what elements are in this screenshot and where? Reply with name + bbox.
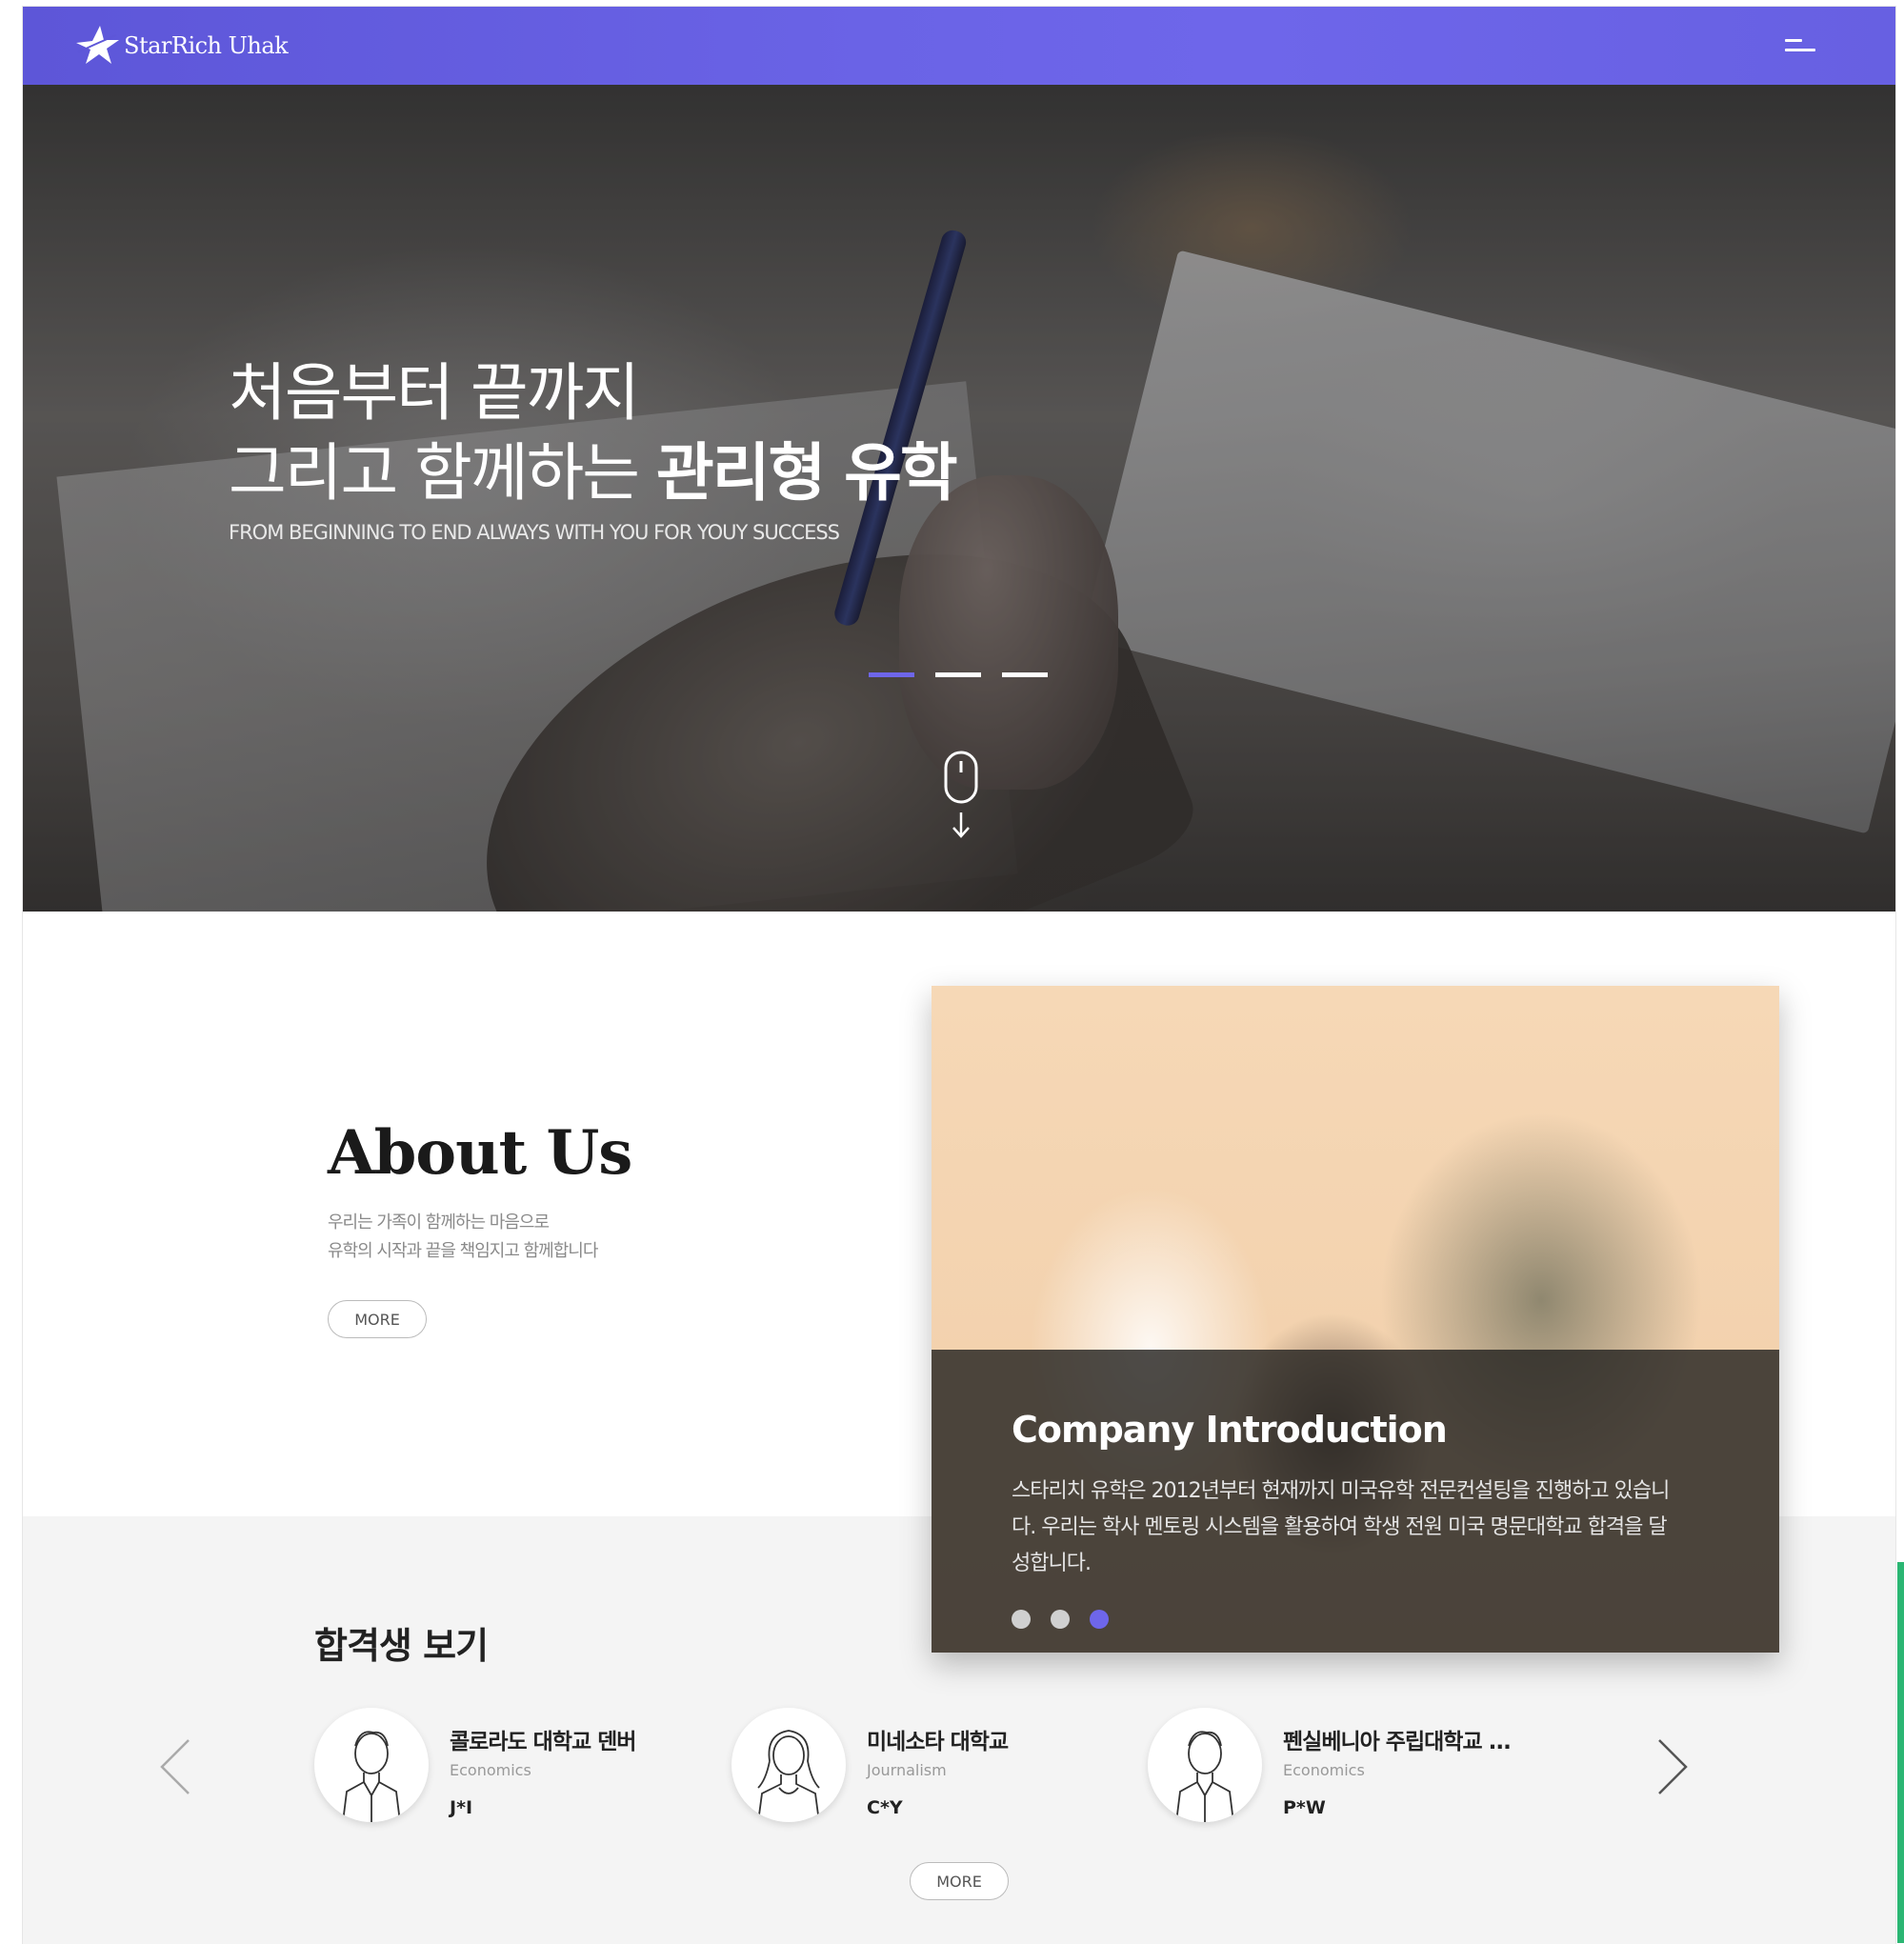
company-intro-text: 스타리치 유학은 2012년부터 현재까지 미국유학 전문컨설팅을 진행하고 있… — [1012, 1479, 1670, 1575]
graduate-name: P*W — [1283, 1797, 1326, 1818]
company-intro-card: Company Introduction 스타리치 유학은 2012년부터 현재… — [932, 986, 1779, 1653]
graduate-school: 펜실베니아 주립대학교 ... — [1283, 1730, 1512, 1754]
chevron-left-icon[interactable] — [156, 1736, 194, 1797]
hero-slide-dot-3[interactable] — [1002, 672, 1048, 677]
graduate-name: J*I — [450, 1797, 473, 1818]
hero-title: 처음부터 끝까지 그리고 함께하는 관리형 유학 — [229, 353, 958, 513]
logo[interactable]: StarRich Uhak — [74, 24, 289, 68]
graduate-name: C*Y — [867, 1797, 903, 1818]
about-desc-line1: 우리는 가족이 함께하는 마음으로 — [328, 1212, 550, 1233]
male-avatar-icon — [1175, 1731, 1234, 1822]
company-slide-dot-3[interactable] — [1090, 1610, 1109, 1629]
hamburger-menu-icon[interactable] — [1785, 37, 1817, 56]
chevron-right-icon[interactable] — [1653, 1736, 1692, 1797]
hero-title-line1: 처음부터 끝까지 — [229, 356, 640, 430]
graduate-major: Journalism — [867, 1761, 947, 1779]
hero-slide-dot-2[interactable] — [935, 672, 981, 677]
female-avatar-icon — [757, 1730, 820, 1822]
about-title: About Us — [328, 1117, 632, 1189]
hero-subtitle: FROM BEGINNING TO END ALWAYS WITH YOU FO… — [229, 521, 840, 544]
male-avatar-icon — [342, 1731, 401, 1822]
site-header: StarRich Uhak — [23, 7, 1895, 85]
hero-title-line2: 그리고 함께하는 — [229, 436, 656, 510]
logo-text: StarRich Uhak — [124, 32, 289, 59]
graduate-school: 미네소타 대학교 — [867, 1730, 1009, 1754]
avatar — [1148, 1708, 1262, 1822]
hero-slide-dot-1[interactable] — [869, 672, 914, 677]
avatar — [314, 1708, 429, 1822]
graduate-card[interactable]: 펜실베니아 주립대학교 ... Economics P*W — [1148, 1708, 1529, 1828]
about-desc-line2: 유학의 시작과 끝을 책임지고 함께합니다 — [328, 1241, 598, 1261]
star-logo-icon — [76, 26, 119, 64]
graduate-major: Economics — [450, 1761, 531, 1779]
hero-title-highlight: 관리형 유학 — [656, 436, 958, 510]
graduates-title: 합격생 보기 — [314, 1625, 489, 1667]
graduate-school: 콜로라도 대학교 덴버 — [450, 1730, 636, 1754]
about-description: 우리는 가족이 함께하는 마음으로 유학의 시작과 끝을 책임지고 함께합니다 — [328, 1209, 598, 1266]
hero-banner: 처음부터 끝까지 그리고 함께하는 관리형 유학 FROM BEGINNING … — [23, 85, 1895, 912]
company-slide-dot-2[interactable] — [1051, 1610, 1070, 1629]
company-slide-dot-1[interactable] — [1012, 1610, 1031, 1629]
page: StarRich Uhak 처음부터 끝까지 그리고 함께하는 관리형 유학 F… — [23, 7, 1895, 1944]
graduate-card[interactable]: 콜로라도 대학교 덴버 Economics J*I — [314, 1708, 695, 1828]
hero-slide-indicators — [869, 672, 1048, 677]
company-intro-title: Company Introduction — [1012, 1409, 1448, 1451]
graduate-major: Economics — [1283, 1761, 1365, 1779]
graduate-card[interactable]: 미네소타 대학교 Journalism C*Y — [732, 1708, 1112, 1828]
about-more-button[interactable]: MORE — [328, 1300, 427, 1338]
avatar — [732, 1708, 846, 1822]
mouse-scroll-icon[interactable] — [943, 750, 979, 841]
graduates-more-button[interactable]: MORE — [910, 1862, 1009, 1900]
scrollbar-edge — [1897, 1562, 1904, 1943]
company-slide-indicators — [1012, 1610, 1109, 1629]
